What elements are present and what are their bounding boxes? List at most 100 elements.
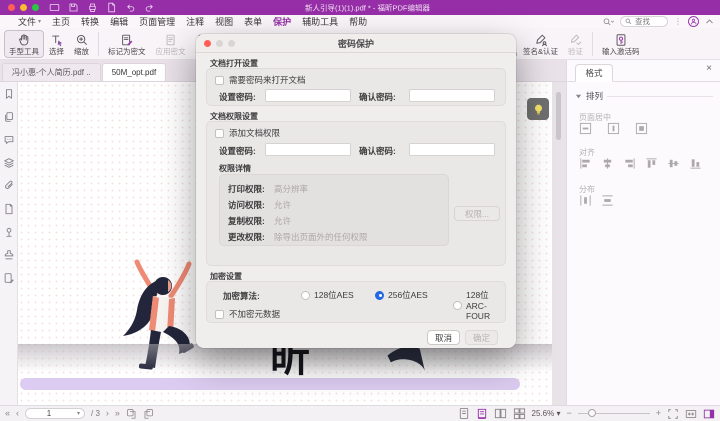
- pages-icon[interactable]: [3, 111, 15, 123]
- menu-convert[interactable]: 转换: [81, 15, 99, 28]
- no-metadata-checkbox[interactable]: [215, 310, 224, 319]
- add-permission-checkbox[interactable]: [215, 129, 224, 138]
- align-left-icon[interactable]: [579, 157, 592, 170]
- destination-icon[interactable]: [3, 226, 15, 238]
- fit-page-icon[interactable]: [667, 408, 679, 420]
- comment-icon[interactable]: [3, 134, 15, 146]
- next-page-button[interactable]: ›: [106, 409, 109, 418]
- minimize-window-button[interactable]: [20, 4, 27, 11]
- distribute-horizontal-icon[interactable]: [579, 194, 592, 207]
- tab-format[interactable]: 格式: [575, 64, 613, 82]
- fit-width-icon[interactable]: [685, 408, 697, 420]
- close-icon[interactable]: ×: [706, 64, 712, 74]
- set-password-input[interactable]: [265, 89, 351, 102]
- continuous-page-icon[interactable]: [476, 407, 488, 420]
- align-center-icon[interactable]: [601, 157, 614, 170]
- redact-apply-button[interactable]: 应用密文: [151, 30, 191, 58]
- page-center-both-icon[interactable]: [635, 122, 648, 135]
- page-number-box[interactable]: ▾: [25, 408, 85, 419]
- page-total-label: / 3: [91, 409, 100, 418]
- vertical-scrollbar[interactable]: [556, 92, 561, 140]
- collapse-toolbar-icon[interactable]: [705, 18, 714, 25]
- previous-view-icon[interactable]: [126, 408, 137, 419]
- align-middle-icon[interactable]: [667, 157, 680, 170]
- align-top-icon[interactable]: [645, 157, 658, 170]
- signature-file-icon[interactable]: [3, 272, 15, 284]
- search-icon: [625, 18, 632, 25]
- first-page-button[interactable]: «: [5, 409, 10, 418]
- verify-button[interactable]: 验证: [563, 30, 588, 58]
- menu-home[interactable]: 主页: [52, 15, 70, 28]
- new-doc-icon[interactable]: [106, 2, 117, 13]
- page-icon[interactable]: [3, 203, 15, 215]
- zoom-in-button[interactable]: +: [656, 409, 661, 418]
- close-window-button[interactable]: [8, 4, 15, 11]
- dialog-close-button[interactable]: [204, 40, 211, 47]
- next-view-icon[interactable]: [143, 408, 154, 419]
- search-options-icon[interactable]: [602, 17, 614, 27]
- toolbar-toggle-icon[interactable]: [49, 2, 60, 13]
- attachment-icon[interactable]: [3, 180, 15, 192]
- permission-settings-group: 添加文档权限 设置密码: 确认密码: 权限详情 打印权限:高分辨率 访问权限:允…: [206, 121, 506, 266]
- confirm-password-input[interactable]: [409, 89, 495, 102]
- previous-page-button[interactable]: ‹: [16, 409, 19, 418]
- confirm-password-label: 确认密码:: [359, 91, 396, 103]
- radio-128-aes[interactable]: 128位AES: [301, 289, 354, 301]
- zoom-slider-knob[interactable]: [588, 409, 596, 417]
- last-page-button[interactable]: »: [115, 409, 120, 418]
- stamp-icon[interactable]: [3, 249, 15, 261]
- ok-button[interactable]: 确定: [465, 330, 498, 345]
- activation-code-button[interactable]: 输入激活码: [597, 30, 645, 58]
- menu-protect[interactable]: 保护: [273, 15, 291, 28]
- menu-comment[interactable]: 注释: [186, 15, 204, 28]
- menu-edit[interactable]: 编辑: [110, 15, 128, 28]
- select-tool-button[interactable]: 选择: [44, 30, 69, 58]
- undo-icon[interactable]: [125, 2, 136, 13]
- align-bottom-icon[interactable]: [689, 157, 702, 170]
- bookmark-icon[interactable]: [3, 88, 15, 100]
- cancel-button[interactable]: 取消: [427, 330, 460, 345]
- menu-view[interactable]: 视图: [215, 15, 233, 28]
- zoom-slider[interactable]: [578, 413, 650, 414]
- zoom-level-dropdown[interactable]: 25.6% ▾: [532, 409, 561, 418]
- require-password-checkbox[interactable]: [215, 76, 224, 85]
- menu-help[interactable]: 帮助: [349, 15, 367, 28]
- maximize-window-button[interactable]: [32, 4, 39, 11]
- facing-continuous-icon[interactable]: [513, 407, 526, 420]
- page-center-horizontal-icon[interactable]: [579, 122, 592, 135]
- tip-lightbulb-button[interactable]: [527, 98, 549, 120]
- zoom-tool-button[interactable]: 缩放: [69, 30, 94, 58]
- facing-page-icon[interactable]: [494, 407, 507, 420]
- more-dots-icon[interactable]: ⋮: [674, 17, 682, 26]
- save-icon[interactable]: [68, 2, 79, 13]
- perm-set-password-input[interactable]: [265, 143, 351, 156]
- radio-256-aes[interactable]: 256位AES: [375, 289, 428, 301]
- print-icon[interactable]: [87, 2, 98, 13]
- radio-128-arcfour[interactable]: 128位ARC-FOUR: [453, 289, 505, 321]
- sign-certify-button[interactable]: 签名&认证: [518, 30, 563, 58]
- permissions-button[interactable]: 权限...: [454, 206, 500, 221]
- menu-file[interactable]: 文件▾: [18, 15, 41, 28]
- redo-icon[interactable]: [144, 2, 155, 13]
- menu-form[interactable]: 表单: [244, 15, 262, 28]
- layers-icon[interactable]: [3, 157, 15, 169]
- find-search-box[interactable]: [620, 16, 668, 27]
- document-tab-resume[interactable]: 冯小惠-个人简历.pdf ..: [2, 63, 101, 81]
- search-input[interactable]: [635, 17, 665, 26]
- redact-mark-button[interactable]: 标记为密文: [103, 30, 151, 58]
- zoom-out-button[interactable]: −: [566, 409, 571, 418]
- arrange-section-header[interactable]: 排列: [575, 90, 713, 102]
- page-center-vertical-icon[interactable]: [607, 122, 620, 135]
- document-tab-50m[interactable]: 50M_opt.pdf: [102, 63, 166, 81]
- page-number-input[interactable]: [30, 409, 68, 418]
- perm-confirm-password-input[interactable]: [409, 143, 495, 156]
- account-avatar-icon[interactable]: [688, 16, 699, 27]
- menu-accessibility[interactable]: 辅助工具: [302, 15, 338, 28]
- single-page-icon[interactable]: [458, 407, 470, 420]
- align-right-icon[interactable]: [623, 157, 636, 170]
- sign-certify-icon: [534, 33, 548, 47]
- panel-toggle-icon[interactable]: [703, 408, 715, 420]
- hand-tool-button[interactable]: 手型工具: [4, 30, 44, 58]
- menu-page-manage[interactable]: 页面管理: [139, 15, 175, 28]
- distribute-vertical-icon[interactable]: [601, 194, 614, 207]
